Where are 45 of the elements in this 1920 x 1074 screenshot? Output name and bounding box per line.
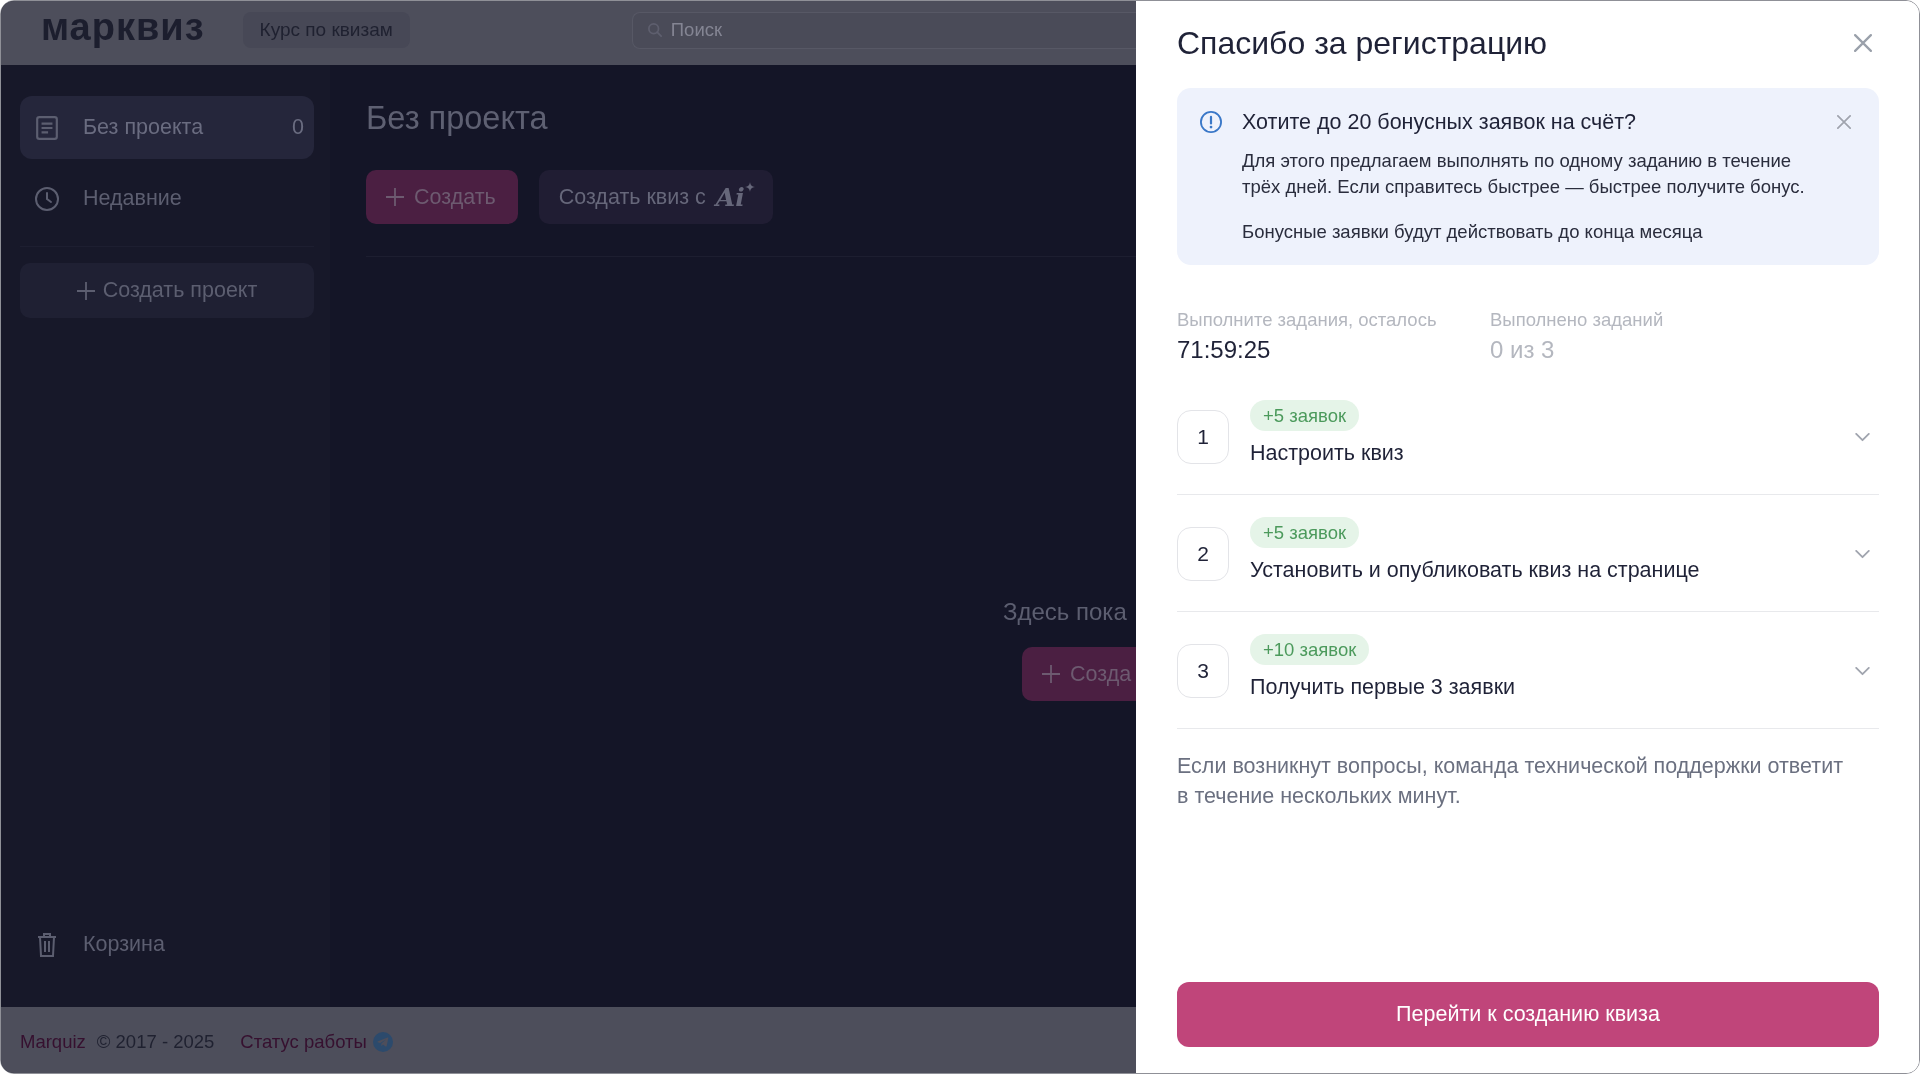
plus-icon — [1042, 665, 1060, 683]
sidebar-item[interactable]: Недавние — [20, 167, 314, 230]
stat-value: 71:59:25 — [1177, 336, 1272, 364]
create-ai-quiz-button[interactable]: Создать квиз с Ai — [538, 170, 773, 224]
chevron-down-icon[interactable] — [1855, 667, 1870, 676]
panel-title: Спасибо за регистрацию — [1177, 24, 1548, 62]
empty-state-text: Здесь пока — [1003, 598, 1128, 626]
stat-value: 0 из 3 — [1490, 336, 1556, 364]
info-icon — [1200, 111, 1222, 133]
chevron-down-icon[interactable] — [1855, 550, 1870, 559]
search-field[interactable]: Поиск — [631, 11, 1136, 49]
task-title: Настроить квиз — [1250, 441, 1404, 465]
step-number: 2 — [1177, 527, 1229, 581]
chevron-down-icon[interactable] — [1855, 433, 1870, 442]
task-title: Установить и опубликовать квиз на странице — [1250, 558, 1700, 582]
reward-label: +5 заявок — [1250, 517, 1360, 548]
create-button[interactable]: Создать — [366, 170, 518, 224]
status-link[interactable]: Статус работы — [240, 1031, 367, 1053]
step-number: 1 — [1177, 410, 1229, 464]
brand-link[interactable]: Marquiz — [20, 1031, 86, 1053]
notice-note: Бонусные заявки будут действовать до конца месяца — [1242, 220, 1704, 244]
trash-item[interactable]: Корзина — [20, 913, 314, 976]
document-icon — [35, 115, 59, 140]
project-count: 0 — [292, 115, 304, 140]
create-button[interactable]: Созда — [1022, 647, 1136, 701]
step-number: 3 — [1177, 644, 1229, 698]
trash-icon — [37, 932, 57, 957]
stat-label: Выполнено заданий — [1490, 309, 1665, 331]
reward-label: +5 заявок — [1250, 400, 1360, 431]
notice-text: Для этого предлагаем выполнять по одному заданию в течение трёх дней. Если справитесь быстрее — быстрее получите бонус. — [1242, 149, 1806, 199]
plus-icon — [386, 188, 404, 206]
notice-title: Хотите до 20 бонусных заявок на счёт? — [1242, 109, 1638, 135]
create-quiz-button[interactable]: Перейти к созданию квиза — [1177, 982, 1879, 1047]
task-title: Получить первые 3 заявки — [1250, 675, 1516, 699]
plus-icon — [76, 281, 95, 300]
create-project-button[interactable]: Создать проект — [20, 263, 314, 318]
page-title: Без проекта — [366, 99, 549, 137]
sidebar-item[interactable]: Без проекта 0 — [20, 96, 314, 159]
clock-icon — [35, 186, 59, 211]
reward-label: +10 заявок — [1250, 634, 1370, 665]
sparkle-icon — [744, 182, 755, 192]
help-text: Если возникнут вопросы, команда технической поддержки ответит в течение нескольких минут. — [1177, 753, 1844, 810]
close-icon[interactable] — [1837, 115, 1851, 129]
close-icon[interactable] — [1854, 34, 1872, 52]
stat-label: Выполните задания, осталось — [1177, 309, 1438, 331]
